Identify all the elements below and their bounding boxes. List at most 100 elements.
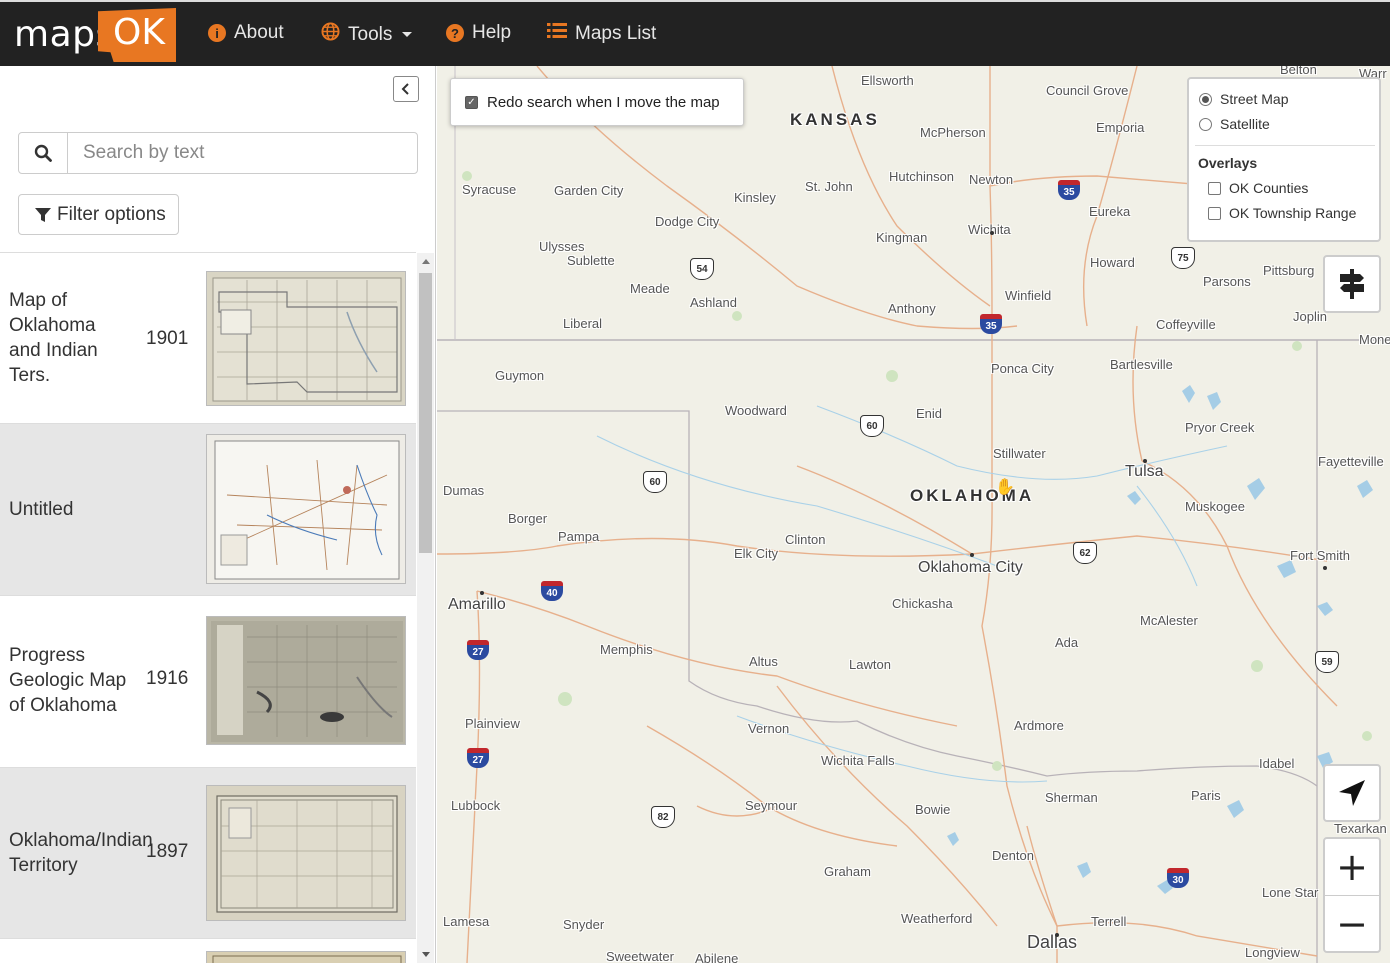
map-label-city: Meade (630, 281, 670, 296)
result-year: 1901 (146, 328, 189, 349)
map-label-city: Ulysses (539, 239, 585, 254)
map-label-city: Muskogee (1185, 499, 1245, 514)
map-label-city: Newton (969, 172, 1014, 187)
filter-options-label: Filter options (57, 203, 166, 225)
map-label-city: Sherman (1045, 790, 1098, 805)
map-label-city: Abilene (695, 951, 739, 963)
map-label-city: Emporia (1096, 120, 1145, 135)
city-dot (1323, 566, 1327, 570)
redo-search-label: Redo search when I move the map (487, 93, 720, 111)
street-map-label: Street Map (1220, 91, 1289, 107)
scroll-up-arrow-icon[interactable] (422, 259, 430, 264)
map-label-city: McPherson (920, 125, 986, 140)
map-label-city: Joplin (1293, 309, 1327, 324)
result-title: Untitled (9, 499, 74, 520)
interstate-shield: 40 (541, 581, 563, 601)
results-list: Map of Oklahoma and Indian Ters. 1901 Un… (0, 253, 416, 963)
map-label-city: Plainview (465, 716, 520, 731)
overlay-ok-township-range[interactable]: OK Township Range (1208, 205, 1356, 221)
map-label-city: Enid (916, 406, 943, 421)
map-label-city: Altus (749, 654, 778, 669)
collapse-sidebar-button[interactable] (393, 76, 419, 102)
nav-about-label: About (234, 22, 284, 43)
search-icon (34, 144, 52, 162)
zoom-in-button[interactable]: + (1325, 839, 1379, 895)
list-item[interactable]: Oklahoma/Indian Territory 1897 (0, 768, 416, 939)
map-label-city: Paris (1191, 788, 1221, 803)
us-highway-shield: 59 (1315, 651, 1339, 673)
logo-text-ok: OK (113, 12, 165, 53)
map-label-city: Amarillo (448, 596, 506, 613)
map-thumbnail[interactable] (206, 951, 406, 963)
redo-search-control[interactable]: ✓ Redo search when I move the map (450, 78, 744, 126)
map-thumbnail[interactable] (206, 616, 406, 745)
map-label-city: Howard (1090, 255, 1135, 270)
city-dot (480, 591, 484, 595)
map-thumbnail[interactable] (206, 434, 406, 584)
result-title: Oklahoma/Indian Territory (9, 830, 153, 876)
signpost-button[interactable] (1323, 255, 1381, 313)
redo-search-checkbox[interactable]: ✓ (465, 95, 478, 109)
map-label-city: Pryor Creek (1185, 420, 1255, 435)
map-label-city: Anthony (888, 301, 936, 316)
nav-maps-list-label: Maps List (575, 22, 657, 44)
map-label-city: Pittsburg (1263, 263, 1315, 278)
list-item[interactable]: Untitled (0, 424, 416, 596)
map-label-city: Mone (1359, 332, 1390, 347)
map-label-city: Garden City (554, 183, 624, 198)
satellite-radio[interactable] (1199, 117, 1212, 131)
ok-township-range-checkbox[interactable] (1208, 206, 1221, 220)
map-label-city: Idabel (1259, 756, 1295, 771)
mapsok-logo[interactable]: maps OK (12, 8, 176, 62)
map-label-city: Ellsworth (861, 73, 914, 88)
map-label-city: Bowie (915, 802, 951, 817)
map-label-city: Dallas (1027, 932, 1078, 952)
search-button[interactable] (19, 133, 68, 173)
base-layer-satellite[interactable]: Satellite (1199, 116, 1270, 132)
scroll-down-arrow-icon[interactable] (422, 952, 430, 957)
map-label-city: Fort Smith (1290, 548, 1350, 563)
zoom-out-button[interactable]: − (1325, 896, 1379, 952)
map-label-city: Lawton (849, 657, 891, 672)
map-label-city: St. John (805, 179, 853, 194)
search-input[interactable] (68, 133, 417, 173)
search-box (18, 132, 418, 174)
map-label-city: Parsons (1203, 274, 1251, 289)
map-label-city: Lone Star (1262, 885, 1319, 900)
filter-icon (35, 207, 51, 222)
nav-maps-list[interactable]: Maps List (547, 22, 656, 45)
us-highway-shield: 60 (643, 471, 667, 493)
us-highway-shield: 82 (651, 806, 675, 828)
map-label-city: Winfield (1005, 288, 1052, 303)
result-year: 1916 (146, 668, 189, 689)
ok-counties-checkbox[interactable] (1208, 181, 1221, 195)
nav-tools-label: Tools (348, 23, 393, 45)
list-item[interactable]: Progress Geologic Map of Oklahoma 1916 (0, 596, 416, 768)
locate-me-button[interactable] (1323, 764, 1381, 822)
map-label-city: Council Grove (1046, 83, 1129, 98)
map-view[interactable]: KANSAS OKLAHOMA Ellsworth Council Grove … (437, 66, 1390, 963)
interstate-shield: 35 (980, 314, 1002, 334)
nav-tools-dropdown[interactable]: Tools (321, 22, 413, 47)
info-icon: i (208, 24, 226, 42)
map-thumbnail[interactable] (206, 271, 406, 406)
sidebar-scrollbar[interactable] (417, 253, 434, 963)
map-label-city: Guymon (495, 368, 545, 383)
map-label-city: Syracuse (462, 182, 517, 197)
nav-help[interactable]: ? Help (446, 22, 511, 44)
map-label-city: Kinsley (734, 190, 776, 205)
street-map-radio[interactable] (1199, 92, 1212, 106)
list-item[interactable]: Map of Oklahoma and Indian Ters. 1901 (0, 253, 416, 424)
map-thumbnail[interactable] (206, 785, 406, 921)
list-item[interactable] (0, 939, 416, 963)
base-layer-street-map[interactable]: Street Map (1199, 91, 1288, 107)
overlay-ok-counties[interactable]: OK Counties (1208, 180, 1308, 196)
map-label-city: Liberal (563, 316, 603, 331)
city-dot (1143, 459, 1147, 463)
nav-about[interactable]: i About (208, 22, 284, 44)
scrollbar-thumb[interactable] (419, 273, 432, 553)
divider (1195, 145, 1375, 146)
us-highway-shield: 75 (1171, 247, 1195, 269)
filter-options-button[interactable]: Filter options (18, 194, 179, 235)
map-label-city: Dumas (443, 483, 485, 498)
